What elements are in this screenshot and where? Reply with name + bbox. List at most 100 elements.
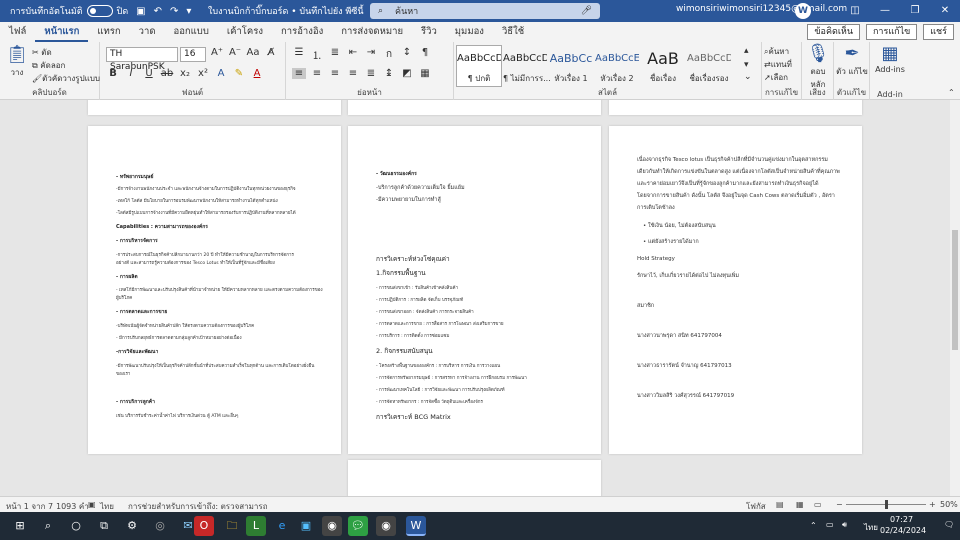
line-spacing-icon[interactable]: ↨: [382, 68, 396, 79]
settings-icon[interactable]: ⚙: [122, 516, 142, 536]
justify-icon[interactable]: ≡: [346, 68, 360, 79]
tab-view[interactable]: มุมมอง: [446, 22, 493, 42]
subscript-icon[interactable]: x₂: [178, 68, 192, 79]
tab-design[interactable]: ออกแบบ: [165, 22, 218, 42]
zoom-in-icon[interactable]: +: [929, 500, 936, 509]
sort-icon[interactable]: ↕: [400, 47, 414, 62]
paste-button[interactable]: 📋︎ วาง: [4, 44, 30, 79]
addins-button[interactable]: ▦ Add-ins: [872, 43, 908, 74]
align-right-icon[interactable]: ≡: [328, 68, 342, 79]
bold-icon[interactable]: B: [106, 68, 120, 79]
clock-time[interactable]: 07:27: [890, 515, 913, 524]
pilcrow-icon[interactable]: ¶: [418, 47, 432, 62]
editing-mode-button[interactable]: การแก้ไข: [865, 24, 918, 40]
task-view-icon[interactable]: ⧉: [94, 516, 114, 536]
chrome-profile-icon[interactable]: ◉: [376, 516, 396, 536]
chrome-icon[interactable]: ◉: [322, 516, 342, 536]
taskbar-language[interactable]: ไทย: [864, 521, 878, 534]
styles-scroll-up-icon[interactable]: ▴: [744, 46, 749, 56]
proofing-icon[interactable]: ▣: [88, 500, 96, 509]
style-title[interactable]: AaB ชื่อเรื่อง: [640, 45, 686, 87]
styles-more-icon[interactable]: ⌄: [744, 72, 752, 82]
text-effects-icon[interactable]: A: [214, 68, 228, 79]
collapse-ribbon-icon[interactable]: ⌃: [948, 88, 955, 97]
tab-home[interactable]: หน้าแรก: [35, 22, 89, 42]
zoom-out-icon[interactable]: −: [836, 500, 843, 509]
increase-indent-icon[interactable]: ⇥: [364, 47, 378, 62]
editor-button[interactable]: ✒ ตัว แก้ไข: [836, 43, 868, 78]
replace-button[interactable]: ⇄แทนที่: [764, 58, 792, 71]
distributed-icon[interactable]: ≣: [364, 68, 378, 79]
microphone-icon[interactable]: 🎤︎: [581, 6, 592, 16]
tab-insert[interactable]: แทรก: [88, 22, 129, 42]
styles-scroll-down-icon[interactable]: ▾: [744, 60, 749, 70]
clear-format-icon[interactable]: A̸: [264, 47, 278, 58]
tab-draw[interactable]: วาด: [130, 22, 165, 42]
font-name-select[interactable]: TH SarabunPSK: [106, 47, 178, 72]
line-app-icon[interactable]: L: [246, 516, 266, 536]
grow-font-icon[interactable]: A⁺: [210, 47, 224, 58]
page-2[interactable]: - วัฒนธรรมองค์กร -บริการลูกค้าด้วยความเต็…: [348, 126, 601, 454]
decrease-indent-icon[interactable]: ⇤: [346, 47, 360, 62]
highlight-icon[interactable]: ✎: [232, 68, 246, 79]
notification-icon[interactable]: 🗨︎: [944, 520, 954, 529]
network-icon[interactable]: ▭: [826, 520, 834, 529]
web-layout-icon[interactable]: ▭: [814, 500, 822, 509]
zoom-app-icon[interactable]: ◎: [150, 516, 170, 536]
page-3[interactable]: เนื่องจากธุรกิจ Tesco lotus เป็นธุรกิจค้…: [609, 126, 862, 454]
italic-icon[interactable]: I: [124, 68, 138, 79]
cortana-icon[interactable]: ○: [66, 516, 86, 536]
line-chat-icon[interactable]: 💬︎: [348, 516, 368, 536]
clock-date[interactable]: 02/24/2024: [880, 526, 926, 535]
vertical-scrollbar[interactable]: [950, 100, 960, 496]
opera-icon[interactable]: O: [194, 516, 214, 536]
edge-icon[interactable]: e: [272, 516, 292, 536]
close-icon[interactable]: ✕: [930, 0, 960, 22]
shrink-font-icon[interactable]: A⁻: [228, 47, 242, 58]
windows-start-icon[interactable]: ⊞: [10, 516, 30, 536]
redo-icon[interactable]: ↷: [170, 6, 178, 17]
zoom-slider-knob[interactable]: [885, 500, 888, 509]
bullets-icon[interactable]: ☰: [292, 47, 306, 62]
search-icon[interactable]: ⌕: [38, 516, 58, 536]
dictate-button[interactable]: 🎙︎ ตอบ หลัก: [804, 43, 832, 91]
borders-icon[interactable]: ▦: [418, 68, 432, 79]
save-icon[interactable]: ▣: [136, 6, 145, 17]
file-explorer-icon[interactable]: 🗀︎: [222, 516, 242, 536]
print-layout-icon[interactable]: ▦: [796, 500, 804, 509]
superscript-icon[interactable]: x²: [196, 68, 210, 79]
autosave[interactable]: การบันทึกอัตโนมัติ ปิด: [10, 4, 128, 18]
word-icon[interactable]: W: [406, 516, 426, 536]
read-mode-icon[interactable]: ▤: [776, 500, 784, 509]
style-heading-2[interactable]: AaBbCcE หัวเรื่อง 2: [594, 45, 640, 87]
tab-help[interactable]: วิธีใช้: [493, 22, 533, 42]
minimize-icon[interactable]: —: [870, 0, 900, 22]
customize-icon[interactable]: ▾: [186, 6, 191, 17]
strikethrough-icon[interactable]: ab: [160, 68, 174, 79]
copy-button[interactable]: ⧉ คัดลอก: [32, 59, 65, 72]
select-button[interactable]: ➚เลือก: [764, 71, 788, 84]
zoom-level[interactable]: 50%: [940, 500, 958, 509]
avatar[interactable]: W: [795, 3, 811, 19]
tab-mailings[interactable]: การส่งจดหมาย: [332, 22, 412, 42]
tab-file[interactable]: ไฟล์: [0, 22, 35, 42]
scrollbar-thumb[interactable]: [952, 230, 958, 350]
thai-distributed-icon[interactable]: ก: [382, 47, 396, 62]
document-area[interactable]: - ทรัพยากรมนุษย์ -มีการจ้างงานพนักงานประจ…: [0, 100, 950, 496]
comments-button[interactable]: ข้อคิดเห็น: [807, 24, 860, 40]
style-normal[interactable]: AaBbCcDd ¶ ปกติ: [456, 45, 502, 87]
store-icon[interactable]: ▣: [296, 516, 316, 536]
user-email[interactable]: wimonsiriwimonsiri12345@gmail.com: [676, 4, 847, 14]
cut-button[interactable]: ✂ ตัด: [32, 46, 52, 59]
autosave-toggle[interactable]: [86, 5, 113, 17]
system-tray-up-icon[interactable]: ⌃: [810, 521, 817, 530]
style-heading-1[interactable]: AaBbCc หัวเรื่อง 1: [548, 45, 594, 87]
share-button[interactable]: แชร์: [923, 24, 954, 40]
undo-icon[interactable]: ↶: [154, 6, 162, 17]
numbering-icon[interactable]: ⒈: [310, 47, 324, 62]
find-button[interactable]: ⌕ค้นหา: [764, 45, 789, 58]
volume-icon[interactable]: 🔊︎: [842, 520, 847, 530]
ribbon-options-icon[interactable]: ◫: [840, 0, 870, 22]
font-color-icon[interactable]: A: [250, 68, 264, 79]
multilevel-list-icon[interactable]: ≣: [328, 47, 342, 62]
